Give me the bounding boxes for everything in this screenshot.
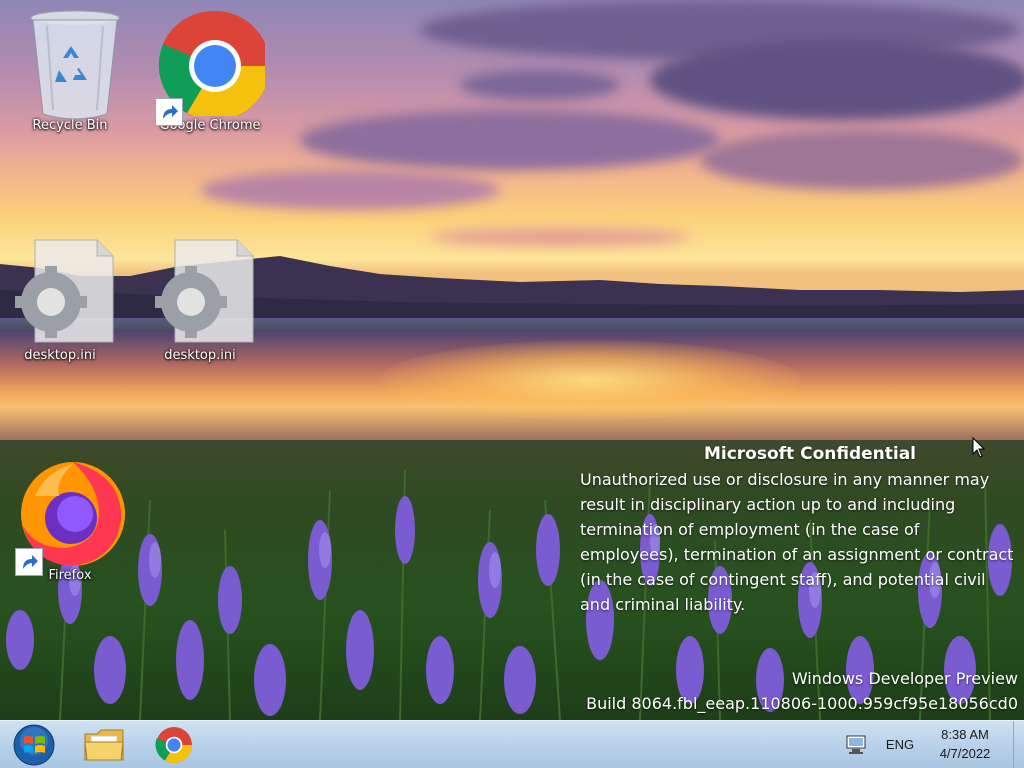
shortcut-arrow-icon xyxy=(155,98,183,126)
wallpaper-cloud xyxy=(700,130,1024,190)
build-label: Build 8064.fbl_eeap.110806-1000.959cf95e… xyxy=(586,694,1018,713)
watermark-title: Microsoft Confidential xyxy=(703,444,917,464)
settings-file-icon xyxy=(5,236,115,346)
windows-start-icon xyxy=(13,724,55,766)
chrome-icon xyxy=(155,727,192,763)
shortcut-arrow-icon xyxy=(15,548,43,576)
desktop[interactable]: Recycle Bin Google Chrome desktop.ini de… xyxy=(0,0,1024,720)
wallpaper-cloud xyxy=(460,70,620,100)
build-info: Windows Developer Preview Build 8064.fbl… xyxy=(586,666,1018,716)
edition-label: Windows Developer Preview xyxy=(791,669,1018,688)
start-button[interactable] xyxy=(6,724,62,766)
firefox-icon xyxy=(15,456,125,576)
desktop-icon-firefox[interactable]: Firefox xyxy=(10,456,130,584)
watermark-body: Unauthorized use or disclosure in any ma… xyxy=(580,470,1014,614)
taskbar-file-explorer[interactable] xyxy=(76,724,132,766)
clock[interactable]: 8:38 AM 4/7/2022 xyxy=(924,725,1006,765)
folder-icon xyxy=(84,729,124,761)
desktop-icon-google-chrome[interactable]: Google Chrome xyxy=(150,6,270,134)
taskbar-google-chrome[interactable] xyxy=(146,724,202,766)
clock-time: 8:38 AM xyxy=(941,727,989,742)
clock-date: 4/7/2022 xyxy=(939,746,991,761)
network-icon[interactable] xyxy=(844,734,870,756)
desktop-icon-desktop-ini-2[interactable]: desktop.ini xyxy=(140,236,260,364)
mouse-cursor-icon xyxy=(972,437,986,458)
language-indicator[interactable]: ENG xyxy=(882,735,918,755)
desktop-icon-desktop-ini-1[interactable]: desktop.ini xyxy=(0,236,120,364)
wallpaper-cloud xyxy=(650,40,1024,120)
desktop-icon-recycle-bin[interactable]: Recycle Bin xyxy=(10,6,130,134)
confidential-watermark: Microsoft Confidential Unauthorized use … xyxy=(580,442,1020,617)
wallpaper-cloud xyxy=(300,110,720,170)
wallpaper-sun-reflection xyxy=(380,340,800,420)
wallpaper-cloud xyxy=(200,170,500,210)
chrome-icon xyxy=(155,6,270,126)
settings-file-icon xyxy=(145,236,255,346)
desktop-icon-label: desktop.ini xyxy=(24,348,96,363)
recycle-bin-icon xyxy=(15,6,125,120)
show-desktop-button[interactable] xyxy=(1013,721,1024,768)
desktop-icon-label: desktop.ini xyxy=(164,348,236,363)
taskbar: ENG 8:38 AM 4/7/2022 xyxy=(0,720,1024,768)
